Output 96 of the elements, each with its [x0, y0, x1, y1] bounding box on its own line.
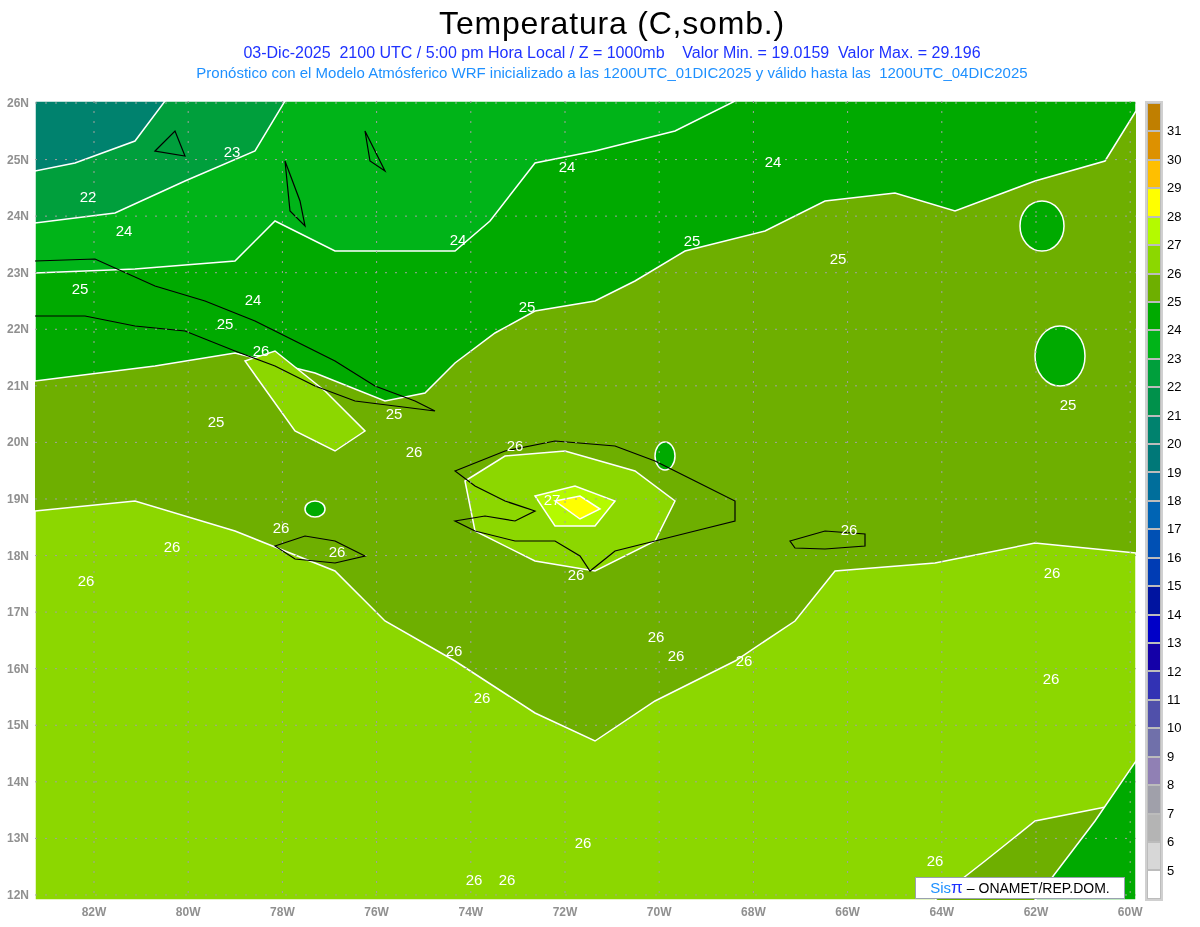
contour-label: 26 [567, 566, 585, 583]
scale-label: 13 [1167, 636, 1182, 651]
longitude-label: 64W [928, 905, 956, 919]
scale-label: 29 [1167, 181, 1182, 196]
longitude-label: 68W [740, 905, 767, 919]
latitude-label: 23N [7, 265, 29, 280]
contour-label: 25 [518, 298, 536, 315]
credit-text: – ONAMET/REP.DOM. [966, 878, 1110, 898]
latitude-label: 22N [7, 322, 29, 337]
scale-label: 17 [1167, 522, 1182, 537]
longitude-label: 72W [551, 905, 579, 919]
scale-label: 14 [1167, 607, 1182, 622]
longitude-label: 76W [363, 905, 390, 919]
latitude-label: 24N [7, 209, 29, 224]
latitude-label: 15N [7, 718, 29, 733]
scale-label: 16 [1167, 550, 1182, 565]
contour-label: 22 [79, 188, 97, 205]
longitude-label: 66W [834, 905, 861, 919]
contour-label: 26 [77, 572, 95, 589]
contour-label: 27 [543, 491, 561, 508]
contour-label: 26 [252, 342, 270, 359]
pi-symbol: π [951, 877, 963, 900]
contour-label: 24 [558, 158, 576, 175]
chart-subtitle: 03-Dic-2025 2100 UTC / 5:00 pm Hora Local / Z = 1000mb Valor Min. = 19.0159 Valor Max. = 29.196 [243, 43, 981, 63]
latitude-label: 16N [7, 661, 29, 676]
contour-label: 24 [244, 291, 262, 308]
scale-label: 22 [1167, 380, 1182, 395]
contour-label: 26 [647, 628, 665, 645]
latitude-label: 19N [7, 492, 29, 506]
contour-label: 24 [449, 231, 467, 248]
contour-label: 26 [574, 834, 592, 851]
scale-label: 31 [1167, 124, 1182, 139]
contour-label: 26 [328, 543, 346, 560]
scale-label: 27 [1167, 238, 1182, 253]
latitude-label: 14N [7, 774, 29, 789]
contour-label: 24 [115, 222, 133, 239]
contour-label: 25 [385, 405, 403, 422]
contour-label: 26 [498, 871, 516, 888]
latitude-label: 25N [7, 152, 29, 167]
scale-label: 20 [1167, 437, 1182, 452]
longitude-label: 60W [1116, 905, 1144, 919]
scale-label: 25 [1167, 295, 1182, 309]
contour-label: 24 [764, 153, 782, 170]
longitude-label: 80W [174, 905, 202, 919]
chart-title: Temperatura (C,somb.) [439, 4, 785, 43]
logo-text: Sis [930, 877, 952, 898]
contour-label: 26 [667, 647, 685, 664]
scale-label: 19 [1167, 465, 1182, 480]
contour-label: 25 [829, 250, 847, 267]
contour-label: 26 [405, 443, 423, 460]
scale-label: 26 [1167, 266, 1182, 281]
scale-label: 12 [1167, 664, 1182, 679]
contour-label: 25 [1059, 396, 1077, 413]
model-info-text: Pronóstico con el Modelo Atmósferico WRF inicializado a las 1200UTC_01DIC2025 y válido hasta las 1200UTC_04DIC2025 [196, 63, 1028, 83]
latitude-label: 17N [7, 605, 29, 620]
latitude-label: 21N [7, 378, 29, 393]
contour-label: 26 [1042, 670, 1060, 687]
contour-label: 26 [272, 519, 290, 536]
scale-label: 7 [1167, 806, 1175, 821]
scale-label: 18 [1167, 494, 1182, 508]
latitude-label: 26N [7, 96, 29, 110]
contour-label: 26 [735, 652, 753, 669]
scale-label: 15 [1167, 579, 1182, 594]
latitude-label: 20N [7, 435, 29, 450]
contour-label: 23 [223, 143, 241, 160]
contour-label: 25 [71, 280, 89, 297]
scale-label: 5 [1167, 863, 1175, 878]
scale-label: 8 [1167, 778, 1175, 793]
contour-label: 25 [216, 315, 234, 332]
contour-label: 26 [840, 521, 858, 538]
longitude-label: 70W [645, 905, 673, 919]
longitude-label: 62W [1022, 905, 1050, 919]
latitude-label: 12N [7, 887, 29, 902]
latitude-label: 13N [7, 831, 29, 846]
contour-label: 25 [683, 232, 701, 249]
contour-label: 25 [207, 413, 225, 430]
contour-label: 26 [465, 871, 483, 888]
contour-label: 26 [473, 689, 491, 706]
scale-label: 11 [1167, 693, 1181, 707]
contour-label: 26 [506, 437, 524, 454]
scale-label: 6 [1167, 835, 1175, 850]
scale-label: 10 [1167, 721, 1182, 736]
longitude-label: 82W [80, 905, 108, 919]
scale-label: 28 [1167, 209, 1182, 224]
contour-label: 26 [926, 852, 944, 869]
scale-label: 9 [1167, 749, 1175, 764]
longitude-label: 78W [269, 905, 296, 919]
longitude-label: 74W [457, 905, 485, 919]
contour-label: 26 [1043, 564, 1061, 581]
contour-label: 26 [445, 642, 463, 659]
scale-label: 30 [1167, 152, 1182, 167]
contour-label: 26 [163, 538, 181, 555]
scale-label: 21 [1167, 408, 1182, 423]
scale-label: 24 [1167, 323, 1182, 338]
latitude-label: 18N [7, 548, 29, 563]
scale-label: 23 [1167, 351, 1182, 366]
